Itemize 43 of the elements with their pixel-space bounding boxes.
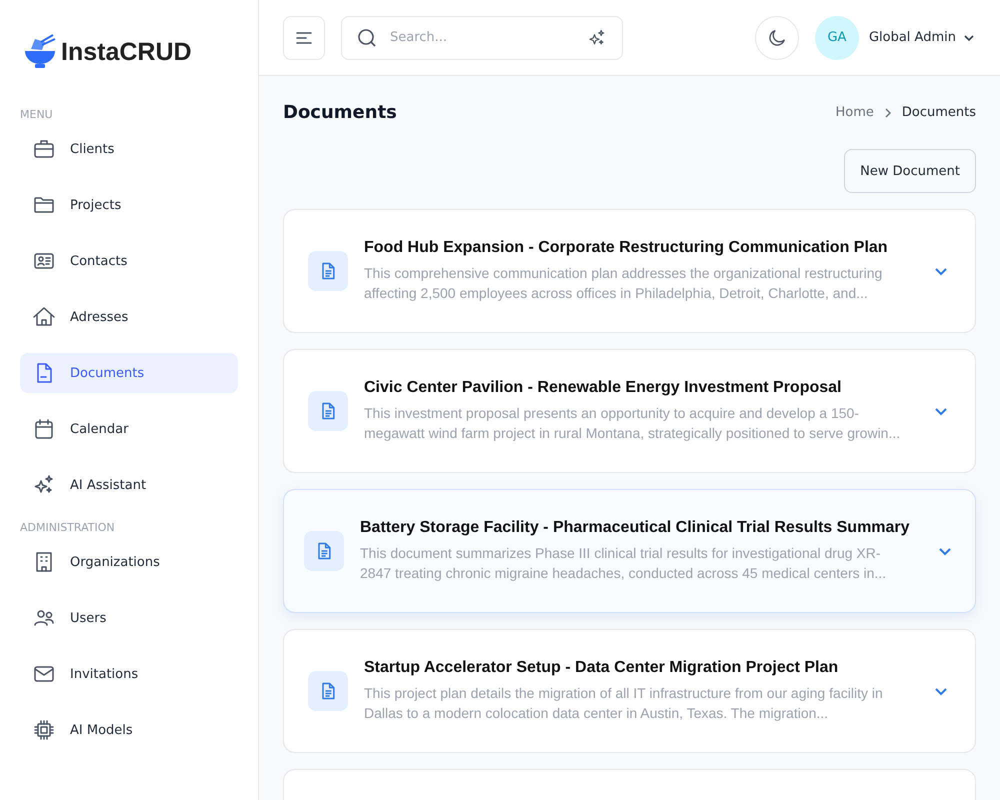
section-label: ADMINISTRATION bbox=[20, 521, 116, 534]
document-title: Startup Accelerator Setup - Data Center Migration Project Plan bbox=[364, 659, 840, 677]
document-description: This document summarizes Phase III clinical trial results for investigational drug XR-2847 treating chronic migraine headaches, conducted across 45 medical centers in... bbox=[360, 544, 888, 583]
sidebar-item[interactable]: Clients bbox=[20, 129, 238, 169]
section-label: MENU bbox=[20, 108, 54, 121]
document-icon bbox=[308, 671, 348, 711]
sidebar-item[interactable]: Users bbox=[20, 598, 238, 638]
document-description: This comprehensive communication plan addresses the organizational restructuring affecting 2,500 employees across offices in Philadelphia, Detroit, Charlotte, and... bbox=[364, 264, 884, 303]
document-card[interactable] bbox=[283, 349, 976, 473]
sidebar-item[interactable]: Adresses bbox=[20, 297, 238, 337]
document-title: Battery Storage Facility - Pharmaceutical Clinical Trial Results Summary bbox=[360, 519, 911, 537]
search-field[interactable]: Search... bbox=[341, 16, 623, 60]
noodle-bowl-logo-icon bbox=[23, 34, 57, 70]
document-card[interactable] bbox=[283, 489, 976, 613]
page-title: Documents bbox=[283, 102, 397, 123]
sidebar-item[interactable]: Projects bbox=[20, 185, 238, 225]
sidebar-item[interactable]: Organizations bbox=[20, 542, 238, 582]
user-menu-button[interactable]: Global Admin bbox=[868, 30, 976, 45]
sidebar-item[interactable]: Documents bbox=[20, 353, 238, 393]
document-title: Food Hub Expansion - Corporate Restructuring Communication Plan bbox=[364, 239, 889, 257]
breadcrumb-link[interactable]: Home bbox=[835, 105, 874, 120]
document-icon bbox=[304, 531, 344, 571]
new-document-button[interactable]: New Document bbox=[844, 149, 976, 193]
document-card[interactable] bbox=[283, 209, 976, 333]
document-description: This investment proposal presents an opportunity to acquire and develop a 150-megawatt wind farm project in rural Montana, strategically positioned to serve growin... bbox=[364, 404, 902, 443]
document-title: Civic Center Pavilion - Renewable Energy Investment Proposal bbox=[364, 379, 842, 397]
app-name: InstaCRUD bbox=[61, 38, 192, 66]
chip-icon bbox=[32, 718, 56, 742]
breadcrumb-current: Documents bbox=[902, 105, 976, 120]
sidebar-item[interactable]: Calendar bbox=[20, 409, 238, 449]
sidebar-item[interactable]: Invitations bbox=[20, 654, 238, 694]
sparkles-icon[interactable] bbox=[587, 28, 607, 48]
document-description: This project plan details the migration of all IT infrastructure from our aging facility in Dallas to a modern colocation data center in Austin, Texas. The migration... bbox=[364, 684, 884, 723]
search-icon bbox=[357, 28, 377, 48]
document-icon bbox=[308, 251, 348, 291]
dark-mode-button[interactable] bbox=[754, 16, 799, 60]
sidebar-item[interactable]: AI Models bbox=[20, 710, 238, 750]
sidebar-item[interactable]: AI Assistant bbox=[20, 465, 238, 505]
document-icon bbox=[308, 391, 348, 431]
sidebar-item[interactable]: Contacts bbox=[20, 241, 238, 281]
house-icon bbox=[32, 305, 56, 329]
menu-button[interactable] bbox=[283, 16, 325, 60]
document-card[interactable] bbox=[283, 629, 976, 753]
